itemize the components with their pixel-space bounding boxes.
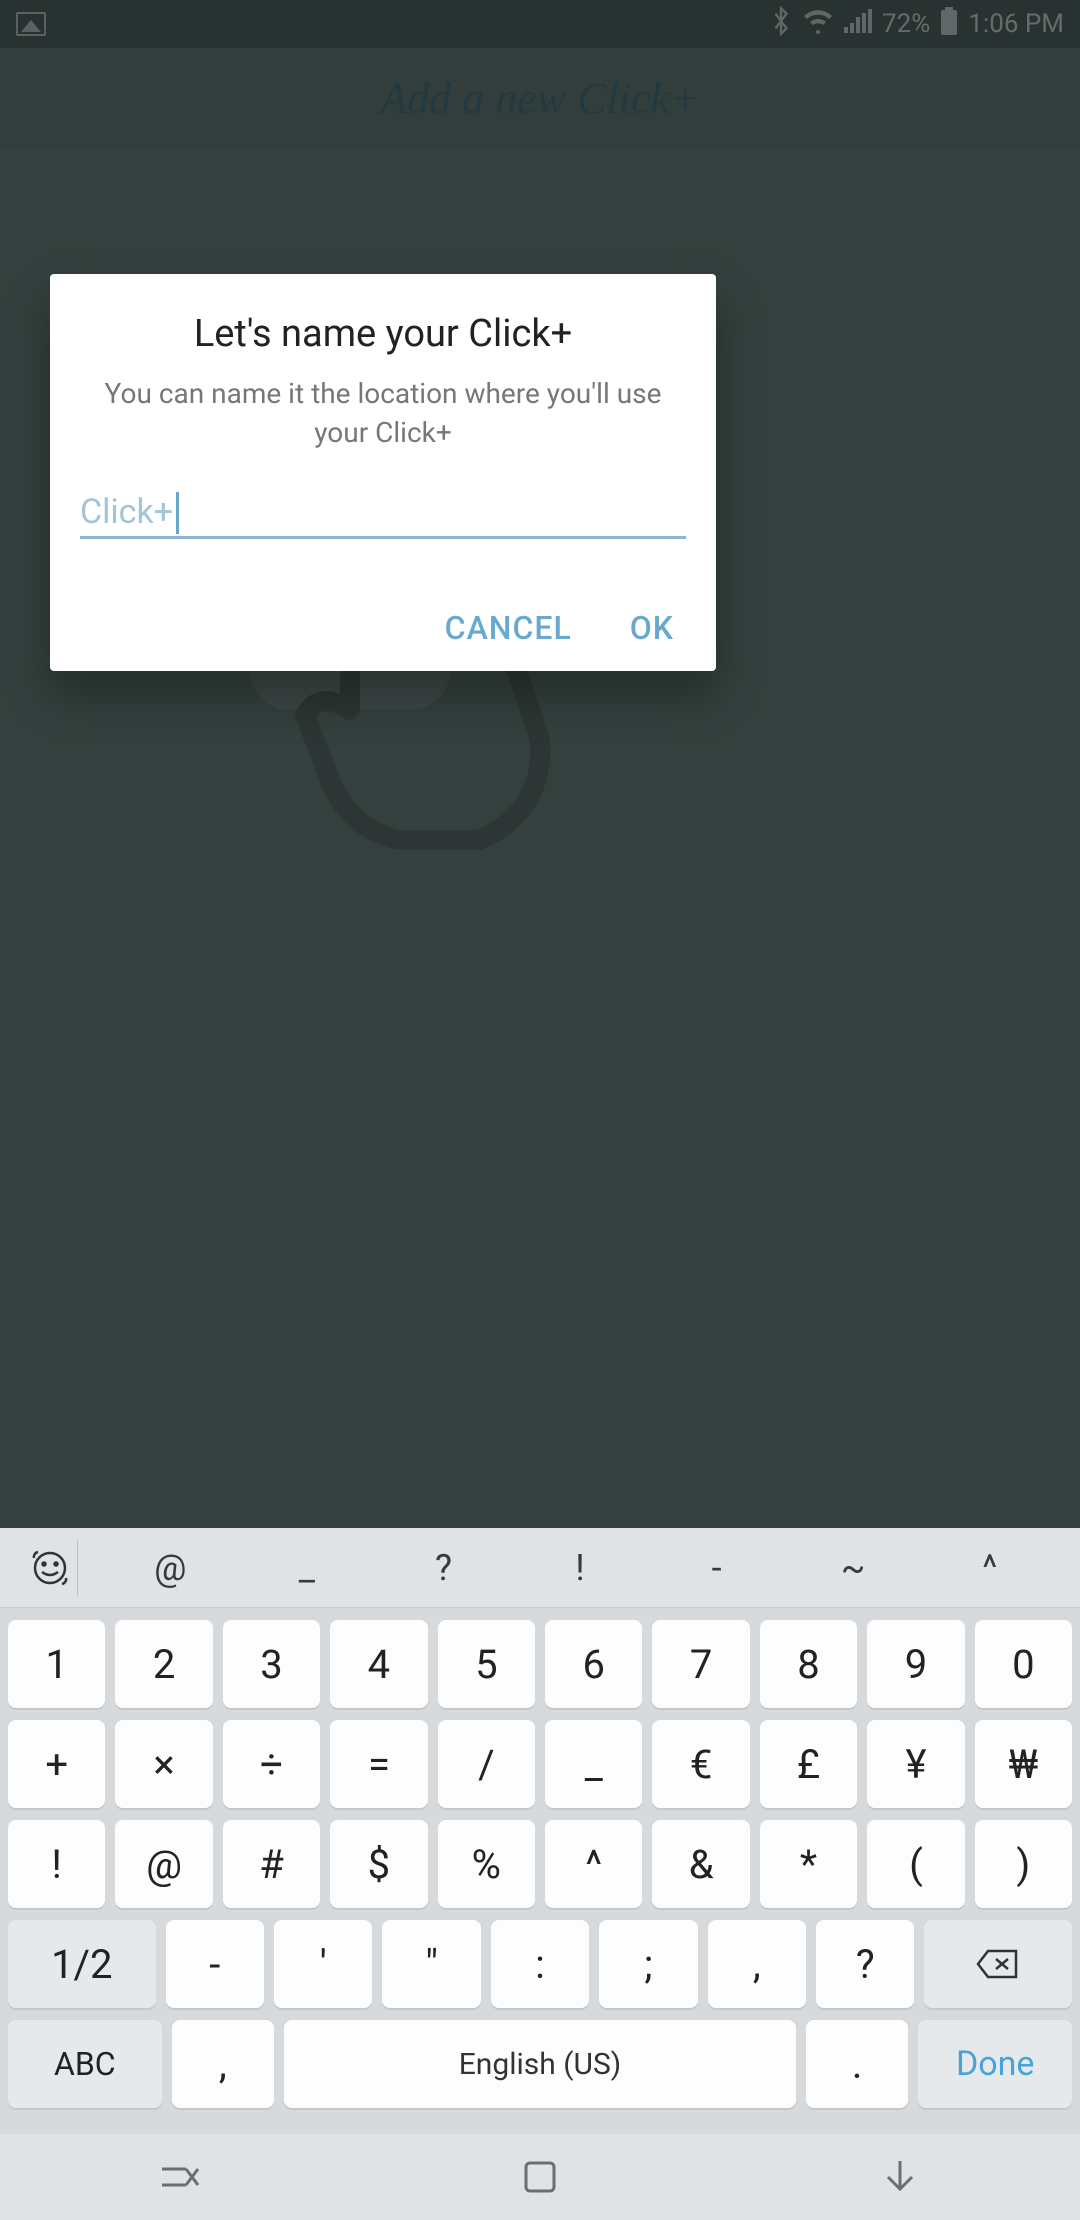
key[interactable]: % bbox=[438, 1820, 535, 1908]
key[interactable]: × bbox=[115, 1720, 212, 1808]
recents-button[interactable] bbox=[154, 2155, 206, 2199]
key[interactable]: , bbox=[708, 1920, 806, 2008]
key[interactable]: $ bbox=[330, 1820, 427, 1908]
keyboard-hide-button[interactable] bbox=[874, 2155, 926, 2199]
suggestion-row: @ _ ? ! - ~ ^ bbox=[0, 1528, 1080, 1608]
symbol-page-key[interactable]: 1/2 bbox=[8, 1920, 156, 2008]
emoji-picker-button[interactable] bbox=[22, 1540, 78, 1596]
key[interactable]: 8 bbox=[760, 1620, 857, 1708]
key[interactable]: _ bbox=[545, 1720, 642, 1808]
cancel-button[interactable]: CANCEL bbox=[445, 609, 572, 647]
key[interactable]: : bbox=[491, 1920, 589, 2008]
dialog-subtitle: You can name it the location where you'l… bbox=[80, 374, 686, 452]
name-dialog: Let's name your Click+ You can name it t… bbox=[50, 274, 716, 671]
soft-keyboard: @ _ ? ! - ~ ^ 1234567890 +×÷=/_€£¥₩ !@#$… bbox=[0, 1528, 1080, 2220]
key[interactable]: £ bbox=[760, 1720, 857, 1808]
key[interactable]: ÷ bbox=[223, 1720, 320, 1808]
key[interactable]: 2 bbox=[115, 1620, 212, 1708]
navigation-bar bbox=[0, 2134, 1080, 2220]
key[interactable]: = bbox=[330, 1720, 427, 1808]
dialog-title: Let's name your Click+ bbox=[80, 312, 686, 356]
key[interactable]: 4 bbox=[330, 1620, 427, 1708]
text-cursor bbox=[176, 492, 179, 534]
suggestion-item[interactable]: ~ bbox=[785, 1547, 922, 1589]
key[interactable]: * bbox=[760, 1820, 857, 1908]
key[interactable]: " bbox=[382, 1920, 480, 2008]
home-button[interactable] bbox=[514, 2155, 566, 2199]
key[interactable]: & bbox=[652, 1820, 749, 1908]
key[interactable]: 0 bbox=[975, 1620, 1072, 1708]
key[interactable]: ) bbox=[975, 1820, 1072, 1908]
ok-button[interactable]: OK bbox=[630, 609, 674, 647]
key[interactable]: @ bbox=[115, 1820, 212, 1908]
suggestion-item[interactable]: ^ bbox=[921, 1547, 1058, 1589]
key[interactable]: - bbox=[166, 1920, 264, 2008]
key[interactable]: 3 bbox=[223, 1620, 320, 1708]
key[interactable]: ¥ bbox=[867, 1720, 964, 1808]
suggestion-item[interactable]: ? bbox=[375, 1547, 512, 1589]
key[interactable]: + bbox=[8, 1720, 105, 1808]
key[interactable]: ; bbox=[599, 1920, 697, 2008]
key[interactable]: 1 bbox=[8, 1620, 105, 1708]
suggestion-item[interactable]: - bbox=[648, 1547, 785, 1589]
done-key[interactable]: Done bbox=[918, 2020, 1072, 2108]
suggestion-item[interactable]: @ bbox=[102, 1547, 239, 1589]
key[interactable]: ( bbox=[867, 1820, 964, 1908]
key[interactable]: ' bbox=[274, 1920, 372, 2008]
key[interactable]: 7 bbox=[652, 1620, 749, 1708]
key[interactable]: 9 bbox=[867, 1620, 964, 1708]
key[interactable]: ^ bbox=[545, 1820, 642, 1908]
device-name-input[interactable] bbox=[80, 492, 686, 532]
key[interactable]: # bbox=[223, 1820, 320, 1908]
suggestion-item[interactable]: ! bbox=[512, 1547, 649, 1589]
comma-key[interactable]: , bbox=[172, 2020, 274, 2108]
key[interactable]: ₩ bbox=[975, 1720, 1072, 1808]
key[interactable]: 6 bbox=[545, 1620, 642, 1708]
key[interactable]: / bbox=[438, 1720, 535, 1808]
period-key[interactable]: . bbox=[806, 2020, 908, 2108]
key[interactable]: ? bbox=[816, 1920, 914, 2008]
space-key[interactable]: English (US) bbox=[284, 2020, 796, 2108]
backspace-key[interactable] bbox=[924, 1920, 1072, 2008]
key[interactable]: 5 bbox=[438, 1620, 535, 1708]
suggestion-item[interactable]: _ bbox=[239, 1547, 376, 1589]
key[interactable]: € bbox=[652, 1720, 749, 1808]
key[interactable]: ! bbox=[8, 1820, 105, 1908]
abc-key[interactable]: ABC bbox=[8, 2020, 162, 2108]
